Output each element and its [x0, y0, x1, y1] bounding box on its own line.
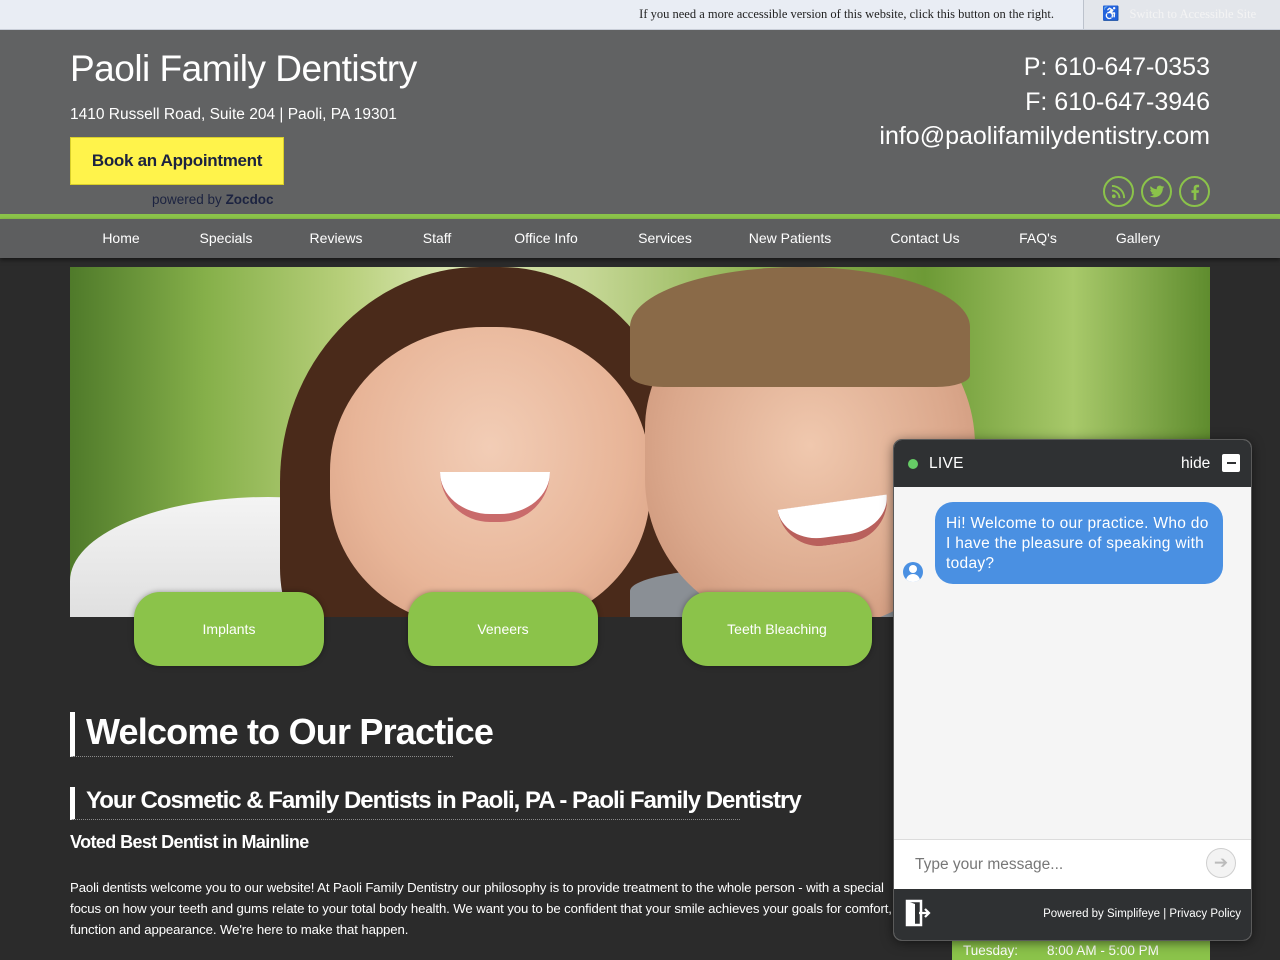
nav-office-info[interactable]: Office Info [514, 230, 578, 246]
nav-contact-us[interactable]: Contact Us [890, 230, 959, 246]
twitter-icon[interactable] [1141, 176, 1172, 207]
accessibility-bar: If you need a more accessible version of… [0, 0, 1280, 30]
agent-avatar-icon [903, 562, 923, 582]
rss-icon[interactable] [1103, 176, 1134, 207]
teeth-bleaching-button[interactable]: Teeth Bleaching [682, 592, 872, 666]
contact-info: P: 610-647-0353 F: 610-647-3946 info@pao… [879, 50, 1210, 154]
implants-button[interactable]: Implants [134, 592, 324, 666]
email-link[interactable]: info@paolifamilydentistry.com [879, 119, 1210, 154]
main-nav: Home Specials Reviews Staff Office Info … [0, 219, 1280, 258]
switch-accessible-label: Switch to Accessible Site [1129, 7, 1257, 21]
chat-hide-label[interactable]: hide [1181, 455, 1210, 473]
live-status-label: LIVE [929, 455, 964, 472]
nav-reviews[interactable]: Reviews [310, 230, 363, 246]
nav-gallery[interactable]: Gallery [1116, 230, 1160, 246]
nav-specials[interactable]: Specials [200, 230, 253, 246]
powered-by-label: powered by [152, 192, 222, 207]
chat-message-input[interactable]: Type your message... [915, 856, 1063, 874]
address: 1410 Russell Road, Suite 204 | Paoli, PA… [70, 106, 397, 123]
hours-day: Tuesday: [963, 942, 1019, 958]
zocdoc-logo: Zocdoc [225, 192, 274, 207]
office-hours-row: Tuesday: 8:00 AM - 5:00 PM [952, 940, 1210, 960]
minimize-icon[interactable] [1222, 454, 1240, 472]
facebook-icon[interactable] [1179, 176, 1210, 207]
phone-number[interactable]: P: 610-647-0353 [879, 50, 1210, 85]
chat-footer: Powered by Simplifeye | Privacy Policy [894, 889, 1251, 940]
veneers-button[interactable]: Veneers [408, 592, 598, 666]
site-title[interactable]: Paoli Family Dentistry [70, 48, 417, 90]
wheelchair-icon: ♿ [1102, 7, 1120, 22]
nav-faqs[interactable]: FAQ's [1019, 230, 1057, 246]
chat-widget: LIVE hide Hi! Welcome to our practice. W… [894, 440, 1251, 940]
hours-time: 8:00 AM - 5:00 PM [1047, 942, 1159, 958]
send-arrow-icon[interactable]: ➔ [1206, 848, 1236, 878]
nav-home[interactable]: Home [102, 230, 139, 246]
chat-powered-by[interactable]: Powered by Simplifeye | Privacy Policy [1043, 908, 1241, 920]
live-status-dot [908, 459, 918, 469]
chat-input-area: Type your message... ➔ [894, 839, 1251, 889]
voted-heading: Voted Best Dentist in Mainline [70, 832, 309, 852]
fax-number: F: 610-647-3946 [1025, 87, 1210, 116]
chat-message-bubble: Hi! Welcome to our practice. Who do I ha… [935, 502, 1223, 584]
book-appointment-button[interactable]: Book an Appointment [70, 137, 284, 185]
switch-accessible-button[interactable]: ♿ Switch to Accessible Site [1083, 0, 1280, 29]
nav-staff[interactable]: Staff [423, 230, 452, 246]
nav-new-patients[interactable]: New Patients [749, 230, 831, 246]
page-subheading: Your Cosmetic & Family Dentists in Paoli… [70, 787, 802, 820]
exit-door-icon[interactable] [905, 899, 931, 927]
intro-paragraph: Paoli dentists welcome you to our websit… [70, 880, 892, 937]
accessibility-message: If you need a more accessible version of… [639, 7, 1054, 21]
site-header: Paoli Family Dentistry 1410 Russell Road… [0, 30, 1280, 214]
welcome-heading: Welcome to Our Practice [70, 712, 494, 757]
zocdoc-credit[interactable]: powered by Zocdoc [152, 192, 274, 207]
chat-header: LIVE hide [894, 440, 1251, 487]
nav-services[interactable]: Services [638, 230, 692, 246]
